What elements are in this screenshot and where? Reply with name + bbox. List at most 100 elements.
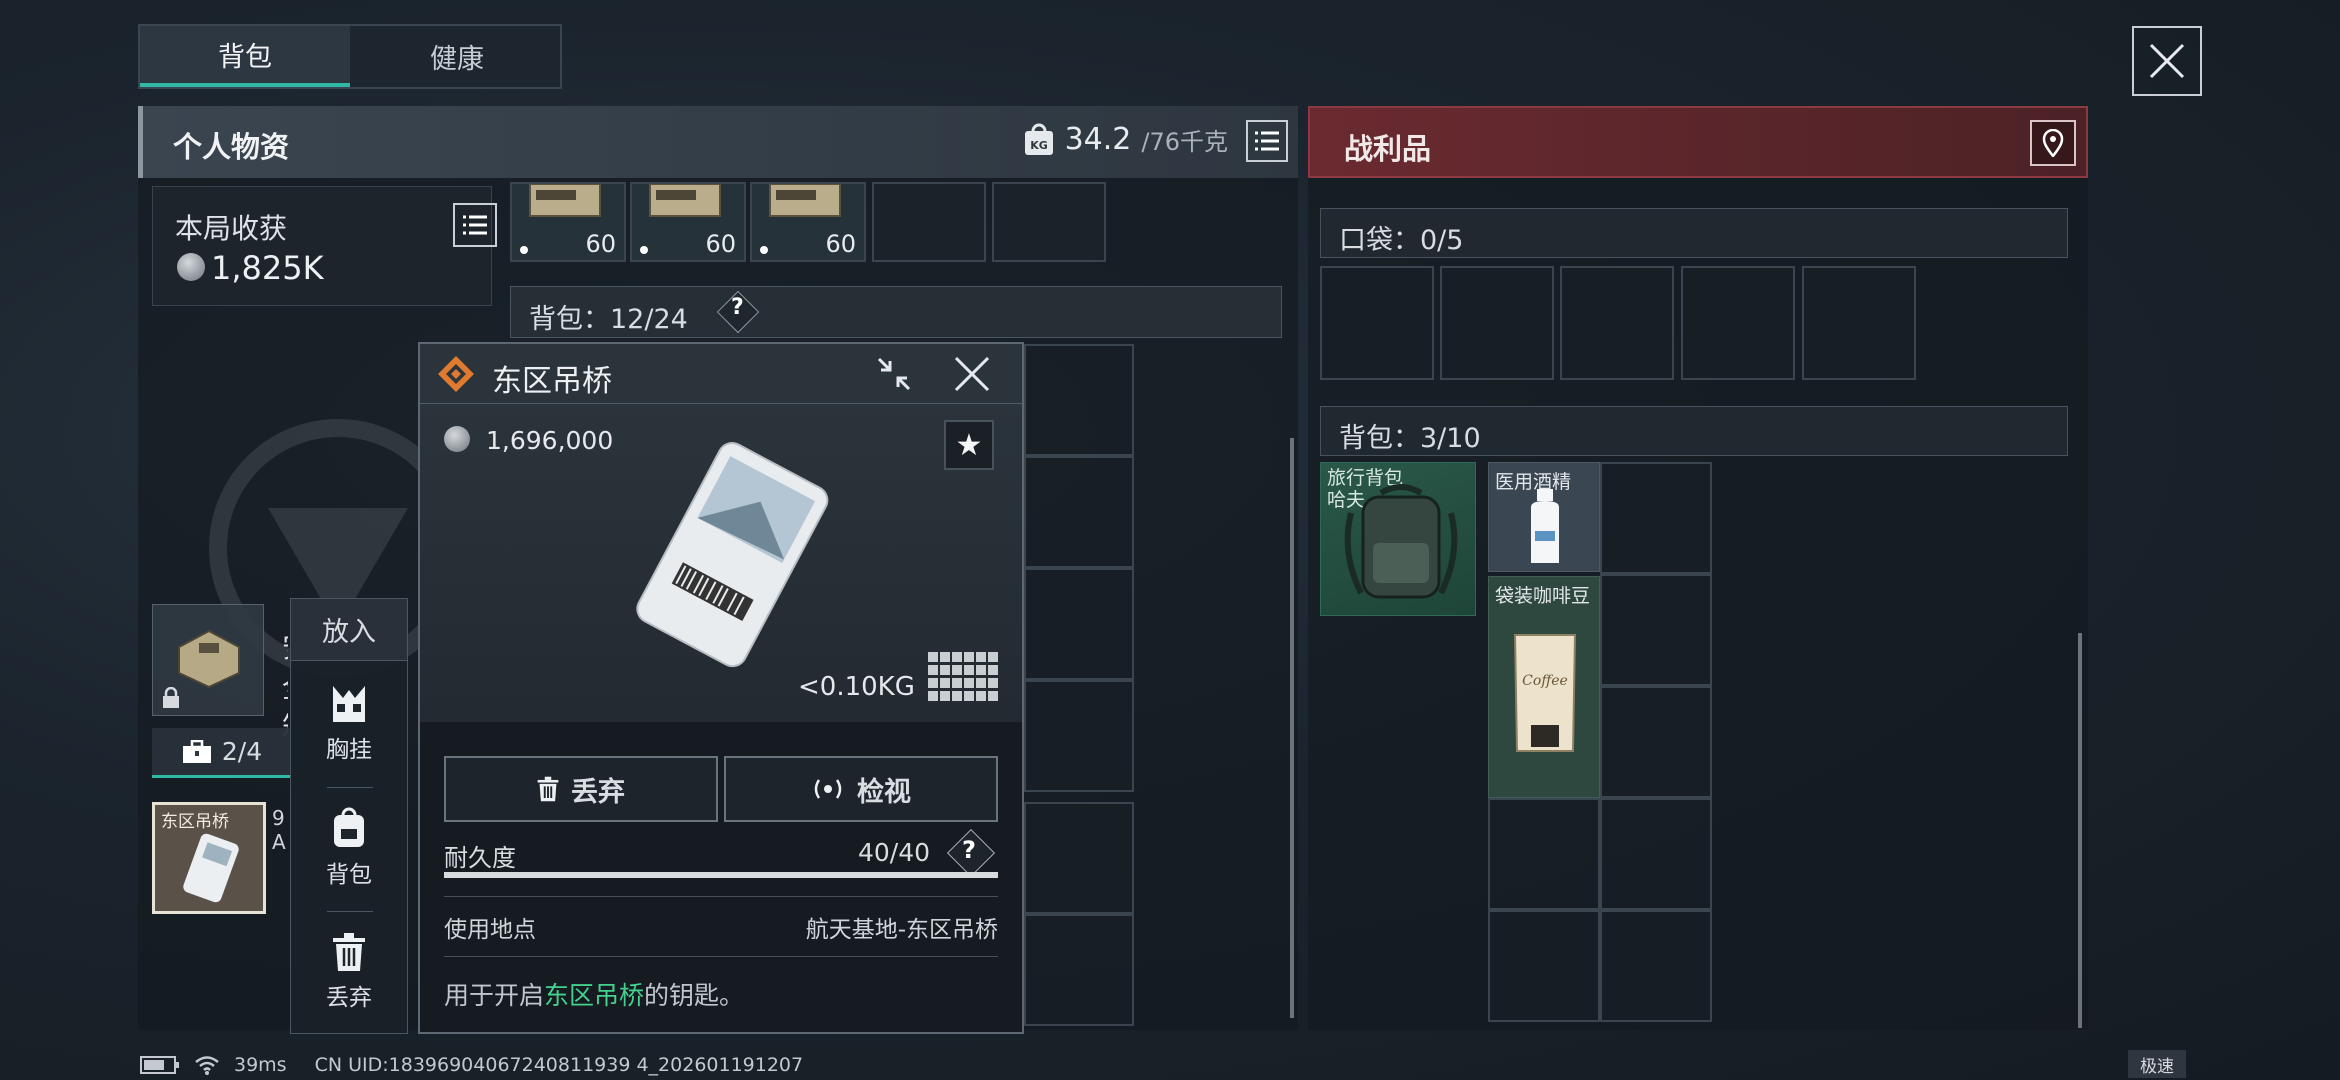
svg-text:Coffee: Coffee xyxy=(1522,673,1568,689)
status-bar: 39ms CN UID:18396904067240811939 4_20260… xyxy=(140,1050,803,1080)
loot-backpack-cell[interactable] xyxy=(1600,798,1712,910)
tab-backpack[interactable]: 背包 xyxy=(140,26,350,87)
travel-backpack-item[interactable]: 旅行背包 哈夫 xyxy=(1320,462,1476,616)
help-icon: ? xyxy=(962,836,976,864)
ammo-box-icon xyxy=(529,184,601,217)
durability-value: 40/40 xyxy=(858,838,931,867)
pocket-slot[interactable] xyxy=(1681,266,1795,380)
inspect-icon xyxy=(814,779,842,799)
put-in-backpack[interactable]: 背包 xyxy=(291,793,407,903)
item-size-grid-icon xyxy=(928,652,998,701)
location-pin-icon xyxy=(2042,129,2064,157)
coffee-beans-item[interactable]: 袋装咖啡豆 Coffee xyxy=(1488,576,1600,798)
put-in-title: 放入 xyxy=(291,599,407,661)
side-text-line: 9 xyxy=(272,806,285,830)
tab-health[interactable]: 健康 xyxy=(352,26,562,87)
loot-backpack-cell[interactable] xyxy=(1488,798,1600,910)
put-in-chest-rig[interactable]: 胸挂 xyxy=(291,669,407,779)
discard-button[interactable]: 丢弃 xyxy=(444,756,718,822)
ammo-slot[interactable]: 60 xyxy=(750,182,866,262)
durability-bar xyxy=(444,872,998,878)
loot-backpack-cell[interactable] xyxy=(1600,686,1712,798)
loot-backpack-header: 背包：3/10 xyxy=(1320,406,2068,456)
loot-header: 战利品 xyxy=(1308,106,2088,178)
backpack-header: 背包：12/24 ? xyxy=(510,286,1282,338)
backpack-capacity: 背包：12/24 xyxy=(529,304,688,335)
pocket-slot[interactable] xyxy=(1560,266,1674,380)
use-location-label: 使用地点 xyxy=(444,917,536,943)
safe-box-slot[interactable] xyxy=(152,604,264,716)
scrollbar[interactable] xyxy=(2078,633,2082,1028)
medical-alcohol-item[interactable]: 医用酒精 xyxy=(1488,462,1600,572)
close-button[interactable] xyxy=(2132,26,2202,96)
pocket-slot[interactable] xyxy=(1802,266,1916,380)
collapse-button[interactable] xyxy=(872,352,916,396)
backpack-cell[interactable] xyxy=(1024,568,1134,680)
backpack-cell[interactable] xyxy=(1024,914,1134,1026)
close-icon xyxy=(2149,43,2185,79)
desc-suffix: 的钥匙。 xyxy=(644,981,745,1010)
menu-divider xyxy=(327,787,373,788)
harvest-list-button[interactable] xyxy=(453,203,497,247)
wifi-icon xyxy=(195,1056,219,1075)
briefcase-icon xyxy=(182,739,211,763)
weight-icon: KG xyxy=(1024,123,1053,155)
collapse-icon xyxy=(877,357,911,391)
personal-header: 个人物资 KG 34.2 /76千克 xyxy=(138,106,1298,178)
dot-indicator xyxy=(640,246,648,254)
loot-backpack-cell[interactable] xyxy=(1600,462,1712,574)
trash-icon xyxy=(333,933,365,971)
coffee-bag-icon: Coffee xyxy=(1513,634,1577,752)
put-in-discard[interactable]: 丢弃 xyxy=(291,917,407,1027)
ammo-box-icon xyxy=(769,184,841,217)
popup-close-button[interactable] xyxy=(950,352,994,396)
pocket-slot[interactable] xyxy=(1320,266,1434,380)
backpack-cell[interactable] xyxy=(1024,680,1134,792)
list-view-button[interactable] xyxy=(1246,120,1288,162)
loot-backpack-capacity: 背包：3/10 xyxy=(1339,423,1481,454)
side-text-line: A xyxy=(272,830,286,854)
safe-box-icon xyxy=(178,629,240,689)
pocket-capacity: 口袋：0/5 xyxy=(1339,225,1464,256)
session-harvest: 本局收获 1,825K xyxy=(152,186,497,306)
help-icon: ? xyxy=(731,295,744,320)
desc-prefix: 用于开启 xyxy=(444,981,545,1010)
backpack-cell[interactable] xyxy=(1024,802,1134,914)
ammo-box-icon xyxy=(649,184,721,217)
empty-slot[interactable] xyxy=(872,182,986,262)
empty-slot[interactable] xyxy=(992,182,1106,262)
svg-text:KG: KG xyxy=(1030,139,1048,152)
popup-header: 东区吊桥 xyxy=(420,344,1022,404)
ammo-slot[interactable]: 60 xyxy=(510,182,626,262)
loot-backpack-cell[interactable] xyxy=(1600,574,1712,686)
keycard-image xyxy=(636,442,829,668)
loot-backpack-cell[interactable] xyxy=(1600,910,1712,1022)
backpack-icon xyxy=(334,807,364,847)
ammo-slot[interactable]: 60 xyxy=(630,182,746,262)
item-price: 1,696,000 xyxy=(486,426,614,455)
backpack-cell[interactable] xyxy=(1024,344,1134,456)
dot-indicator xyxy=(520,246,528,254)
key-item-slot[interactable]: 东区吊桥 xyxy=(152,802,266,914)
key-category-icon xyxy=(438,356,474,392)
favorite-button[interactable]: ★ xyxy=(944,420,994,470)
list-icon xyxy=(1255,131,1279,151)
durability-fill xyxy=(444,872,998,878)
desc-highlight: 东区吊桥 xyxy=(544,981,645,1010)
pocket-header: 口袋：0/5 xyxy=(1320,208,2068,258)
key-item-label: 东区吊桥 xyxy=(161,812,229,832)
backpack-cell[interactable] xyxy=(1024,456,1134,568)
durability-label: 耐久度 xyxy=(444,844,516,872)
chest-count: 2/4 xyxy=(221,737,263,766)
dot-indicator xyxy=(760,246,768,254)
vest-icon xyxy=(333,686,365,722)
item-detail-popup: 东区吊桥 1,696,000 ★ <0.10KG 丢弃 检视 耐久度 40/40… xyxy=(418,342,1024,1034)
chest-rig-header[interactable]: 2/4 xyxy=(152,728,292,778)
inspect-button[interactable]: 检视 xyxy=(724,756,998,822)
use-location-value: 航天基地-东区吊桥 xyxy=(805,917,998,943)
discard-label: 丢弃 xyxy=(571,776,625,808)
loot-backpack-cell[interactable] xyxy=(1488,910,1600,1022)
loot-location-button[interactable] xyxy=(2030,120,2076,166)
scrollbar[interactable] xyxy=(1290,438,1294,1018)
pocket-slot[interactable] xyxy=(1440,266,1554,380)
